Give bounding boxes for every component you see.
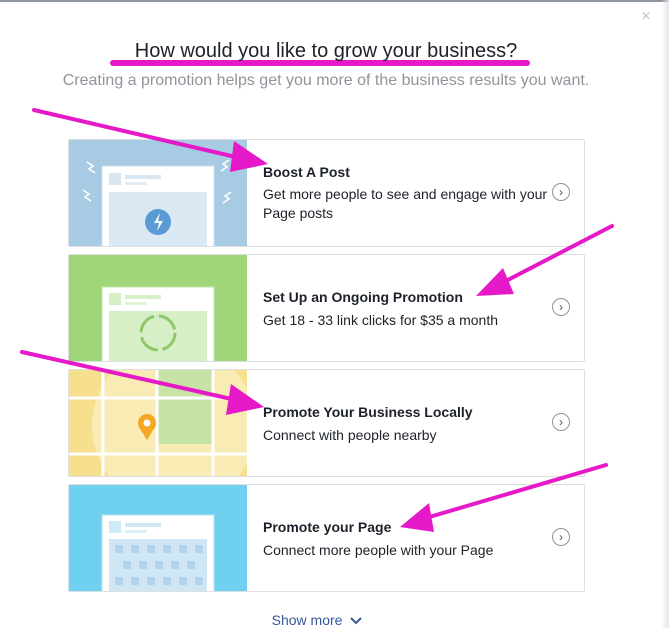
close-icon: × [641, 8, 651, 25]
chevron-right-icon: › [552, 183, 570, 201]
promote-page-illustration [69, 485, 247, 591]
dialog-scroll-shadow [661, 0, 669, 628]
card-description: Connect more people with your Page [263, 542, 494, 558]
option-ongoing-promotion[interactable]: Set Up an Ongoing Promotion Get 18 - 33 … [68, 254, 585, 362]
card-title: Boost A Post [263, 164, 350, 180]
card-title: Promote Your Business Locally [263, 404, 473, 420]
card-title: Set Up an Ongoing Promotion [263, 289, 463, 305]
promotion-dialog: × How would you like to grow your busine… [0, 0, 669, 628]
dialog-title: How would you like to grow your business… [134, 40, 518, 62]
card-title: Promote your Page [263, 519, 392, 535]
chevron-right-icon: › [552, 528, 570, 546]
show-more-label: Show more [271, 612, 343, 628]
boost-post-illustration [69, 140, 247, 246]
promote-locally-illustration [69, 370, 247, 476]
close-button[interactable]: × [639, 8, 653, 25]
card-description: Connect with people nearby [263, 427, 437, 443]
dialog-top-border [0, 0, 669, 2]
card-description: Get more people to see and engage with y… [263, 186, 548, 221]
option-promote-page[interactable]: Promote your Page Connect more people wi… [68, 484, 585, 592]
option-boost-post[interactable]: Boost A Post Get more people to see and … [68, 139, 585, 247]
ongoing-promotion-illustration [69, 255, 247, 361]
chevron-down-icon [350, 617, 363, 625]
chevron-right-icon: › [552, 413, 570, 431]
card-description: Get 18 - 33 link clicks for $35 a month [263, 312, 498, 328]
show-more-link[interactable]: Show more [0, 612, 634, 628]
option-promote-locally[interactable]: Promote Your Business Locally Connect wi… [68, 369, 585, 477]
dialog-subtitle: Creating a promotion helps get you more … [62, 72, 590, 89]
chevron-right-icon: › [552, 298, 570, 316]
